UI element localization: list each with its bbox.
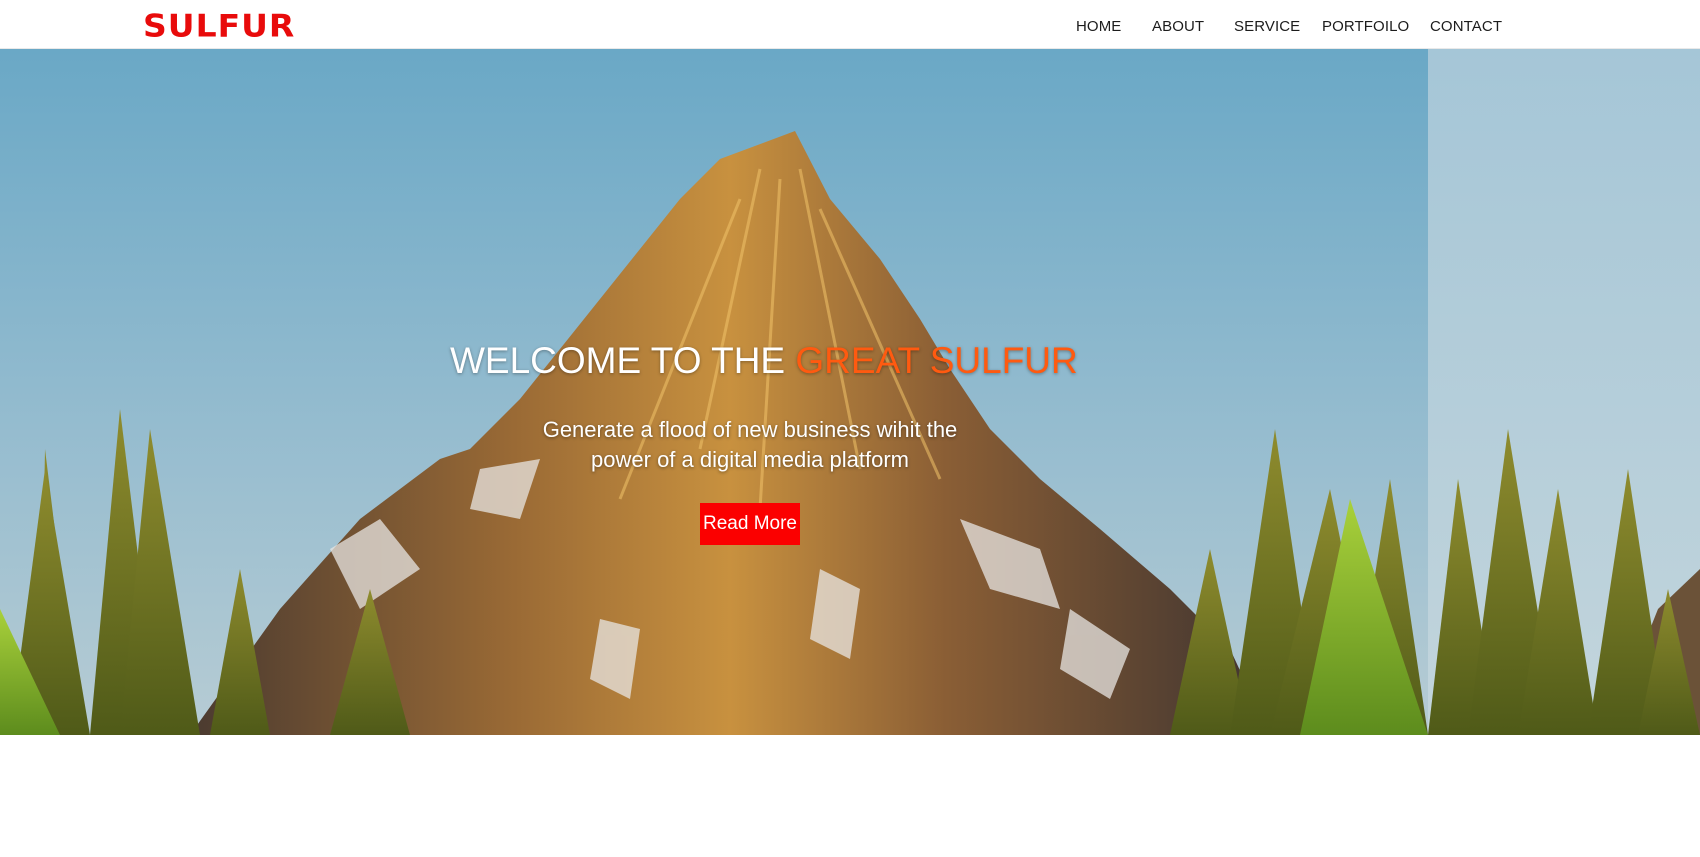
hero-title-main: WELCOME TO THE <box>450 340 796 381</box>
nav-contact[interactable]: CONTACT <box>1430 18 1502 35</box>
hero-slide-next[interactable] <box>1428 49 1700 735</box>
nav-home[interactable]: HOME <box>1076 18 1121 35</box>
hero-title: WELCOME TO THE GREAT SULFUR <box>450 340 1078 382</box>
nav-about[interactable]: ABOUT <box>1152 18 1204 35</box>
site-header: SULFUR HOME ABOUT SERVICE PORTFOILO CONT… <box>0 0 1700 49</box>
hero-title-accent: GREAT SULFUR <box>795 340 1078 381</box>
hero-slider: WELCOME TO THE GREAT SULFUR Generate a f… <box>0 49 1700 735</box>
nav-service[interactable]: SERVICE <box>1234 18 1300 35</box>
next-slide-image <box>1428 49 1700 735</box>
site-logo[interactable]: SULFUR <box>143 7 295 44</box>
read-more-button[interactable]: Read More <box>700 503 800 545</box>
hero-subtitle: Generate a flood of new business wihit t… <box>542 417 958 472</box>
nav-portfolio[interactable]: PORTFOILO <box>1322 18 1409 35</box>
hero-caption: WELCOME TO THE GREAT SULFUR Generate a f… <box>450 49 1078 735</box>
